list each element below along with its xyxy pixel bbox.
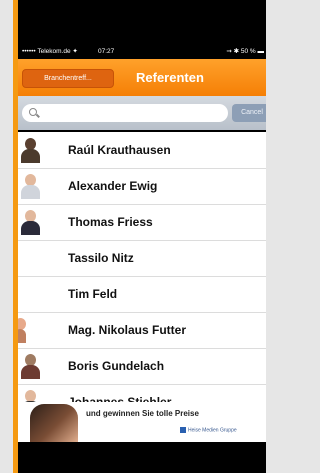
- list-item[interactable]: Raúl Krauthausen: [18, 132, 266, 169]
- list-item[interactable]: Mag. Nikolaus Futter: [18, 312, 266, 349]
- advertisement-banner[interactable]: und gewinnen Sie tolle Preise Heise Medi…: [18, 402, 266, 442]
- ad-brand-label: Heise Medien Gruppe: [188, 427, 237, 434]
- avatar: [20, 354, 40, 379]
- brand-logo-icon: [180, 427, 186, 433]
- speaker-list: Raúl Krauthausen Alexander Ewig Thomas F…: [18, 132, 266, 421]
- list-item[interactable]: Alexander Ewig: [18, 168, 266, 205]
- ad-headline: und gewinnen Sie tolle Preise: [86, 409, 199, 418]
- list-item[interactable]: Tim Feld: [18, 276, 266, 313]
- list-item[interactable]: Boris Gundelach: [18, 348, 266, 385]
- ad-photo: [30, 404, 78, 442]
- phone-screen: •••••• Telekom.de ✦ 07:27 ⇝ ✱ 50 % ▬ Bra…: [18, 0, 266, 473]
- status-bar: •••••• Telekom.de ✦ 07:27 ⇝ ✱ 50 % ▬: [18, 45, 266, 59]
- avatar: [20, 210, 40, 235]
- speaker-name: Thomas Friess: [68, 215, 153, 229]
- list-item[interactable]: Tassilo Nitz: [18, 240, 266, 277]
- search-input[interactable]: [44, 106, 224, 120]
- search-bar: Cancel: [18, 96, 266, 130]
- battery-indicator: ⇝ ✱ 50 % ▬: [226, 48, 264, 55]
- speaker-name: Mag. Nikolaus Futter: [68, 323, 187, 337]
- avatar: [20, 174, 40, 199]
- page-title: Referenten: [136, 70, 204, 85]
- clock: 07:27: [98, 48, 115, 55]
- speaker-name: Alexander Ewig: [68, 179, 158, 193]
- back-button[interactable]: Branchentreff...: [22, 69, 114, 88]
- search-field[interactable]: [22, 104, 228, 122]
- speaker-name: Boris Gundelach: [68, 359, 165, 373]
- carrier-label: •••••• Telekom.de ✦: [22, 48, 78, 55]
- cancel-button[interactable]: Cancel: [232, 104, 266, 122]
- avatar: [18, 318, 40, 343]
- list-item[interactable]: Thomas Friess: [18, 204, 266, 241]
- navigation-bar: Branchentreff... Referenten: [18, 59, 266, 96]
- speaker-name: Tassilo Nitz: [68, 251, 134, 265]
- avatar: [20, 138, 40, 163]
- ad-brand: Heise Medien Gruppe: [180, 427, 237, 433]
- search-icon: [29, 108, 37, 116]
- speaker-name: Tim Feld: [68, 287, 118, 301]
- speaker-name: Raúl Krauthausen: [68, 143, 171, 157]
